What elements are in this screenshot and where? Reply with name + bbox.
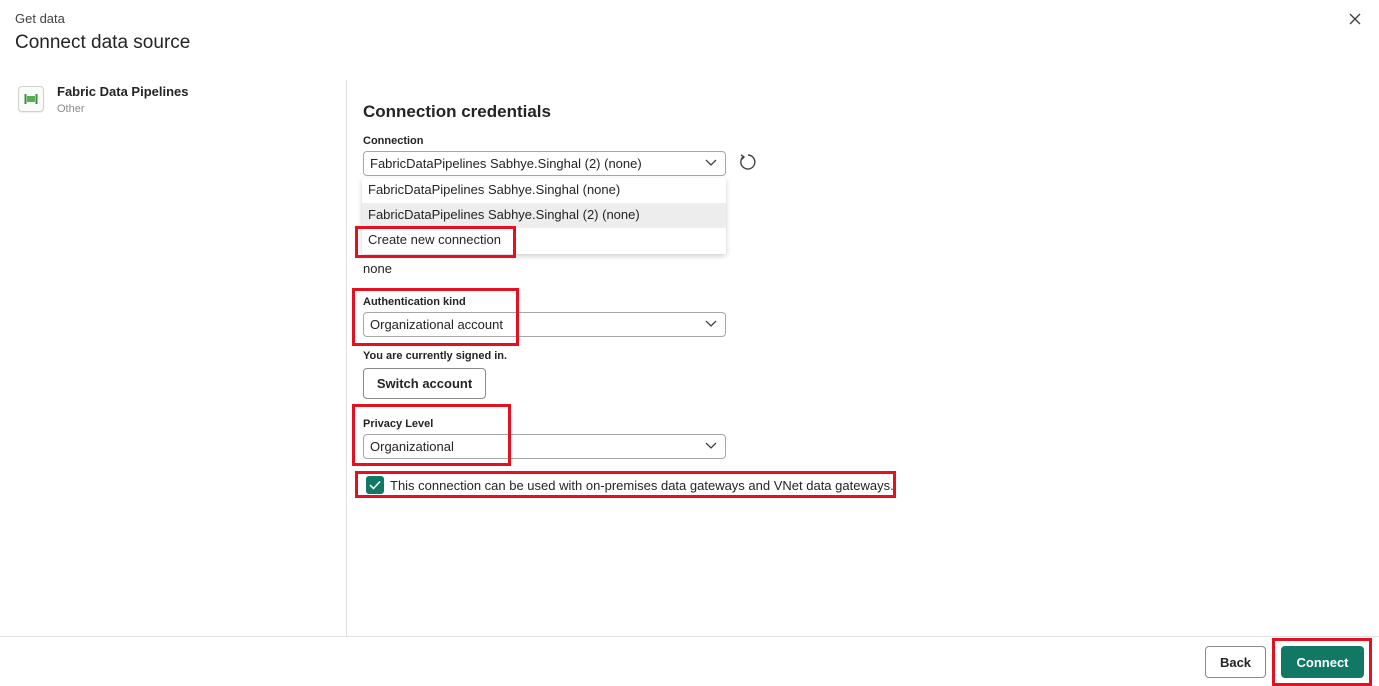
connection-option-selected[interactable]: FabricDataPipelines Sabhye.Singhal (2) (… [362, 203, 726, 228]
connection-dropdown[interactable]: FabricDataPipelines Sabhye.Singhal (2) (… [363, 151, 726, 176]
dialog-title: Connect data source [15, 32, 191, 53]
connection-value: FabricDataPipelines Sabhye.Singhal (2) (… [370, 156, 642, 171]
create-new-connection-option[interactable]: Create new connection [362, 228, 726, 253]
connection-options-menu: FabricDataPipelines Sabhye.Singhal (none… [362, 178, 726, 254]
connection-none-value: none [363, 261, 392, 276]
close-icon[interactable] [1344, 8, 1366, 30]
signed-in-status: You are currently signed in. [363, 350, 508, 362]
auth-kind-dropdown[interactable]: Organizational account [363, 312, 726, 337]
checkmark-icon [369, 480, 381, 490]
chevron-down-icon [705, 159, 717, 166]
chevron-down-icon [705, 442, 717, 449]
privacy-level-label: Privacy Level [363, 418, 434, 430]
section-title: Connection credentials [363, 102, 551, 121]
connect-button[interactable]: Connect [1281, 646, 1364, 678]
back-button[interactable]: Back [1205, 646, 1266, 678]
gateway-checkbox-label[interactable]: This connection can be used with on-prem… [390, 478, 894, 493]
privacy-level-value: Organizational [370, 439, 454, 454]
dialog-subtitle: Get data [15, 11, 65, 26]
switch-account-button[interactable]: Switch account [363, 368, 486, 399]
pipeline-icon [18, 86, 44, 112]
footer-divider [0, 636, 1379, 637]
auth-kind-label: Authentication kind [363, 296, 466, 308]
source-name[interactable]: Fabric Data Pipelines [57, 84, 189, 99]
auth-kind-value: Organizational account [370, 317, 503, 332]
chevron-down-icon [705, 320, 717, 327]
connection-option[interactable]: FabricDataPipelines Sabhye.Singhal (none… [362, 178, 726, 203]
privacy-level-dropdown[interactable]: Organizational [363, 434, 726, 459]
source-list-pane [0, 80, 347, 636]
connection-label: Connection [363, 135, 424, 147]
refresh-icon[interactable] [738, 152, 758, 172]
source-category: Other [57, 103, 85, 115]
gateway-checkbox[interactable] [366, 476, 384, 494]
